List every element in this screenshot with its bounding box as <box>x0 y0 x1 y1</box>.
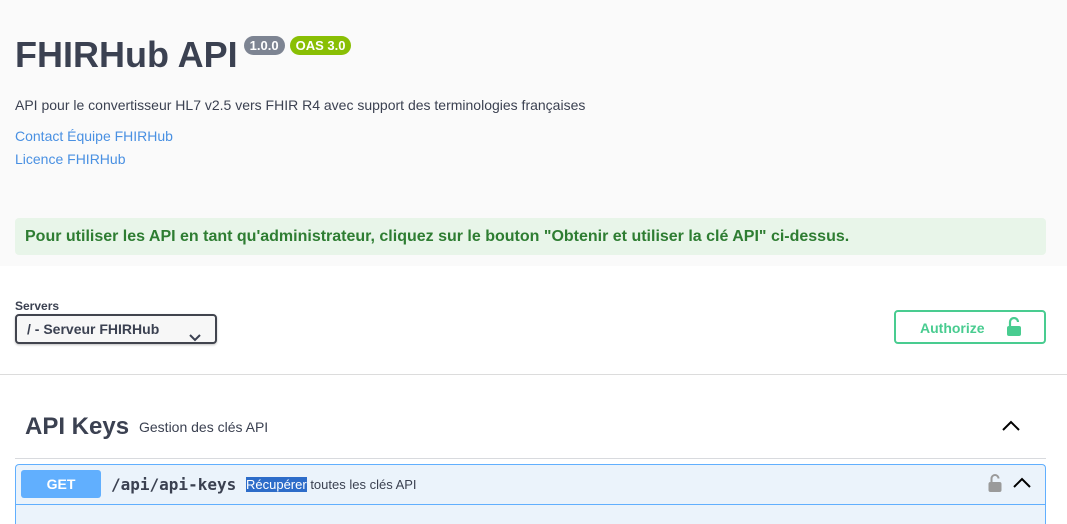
contact-link[interactable]: Contact Équipe FHIRHub <box>15 128 173 144</box>
oas-badge: OAS 3.0 <box>289 36 352 55</box>
method-badge: GET <box>21 470 101 498</box>
admin-notice: Pour utiliser les API en tant qu'adminis… <box>15 218 1046 255</box>
lock-icon[interactable] <box>988 473 1002 498</box>
authorize-button[interactable]: Authorize <box>894 310 1046 344</box>
info-section: FHIRHub API 1.0.0 OAS 3.0 API pour le co… <box>0 0 1067 266</box>
operation-summary[interactable]: GET /api/api-keys Récupérer toutes les c… <box>16 465 1045 505</box>
title-row: FHIRHub API 1.0.0 OAS 3.0 <box>15 34 352 76</box>
servers-select[interactable]: / - Serveur FHIRHub <box>15 314 217 344</box>
operation-block: GET /api/api-keys Récupérer toutes les c… <box>15 464 1046 524</box>
api-description: API pour le convertisseur HL7 v2.5 vers … <box>15 97 586 113</box>
selected-text: Récupérer <box>246 477 307 492</box>
tag-name: API Keys <box>25 413 130 440</box>
operation-path: /api/api-keys <box>111 475 237 494</box>
authorize-label: Authorize <box>920 320 985 336</box>
page-title: FHIRHub API <box>15 34 238 75</box>
servers-selected-value: / - Serveur FHIRHub <box>27 321 160 337</box>
operation-description: Récupérer toutes les clés API <box>246 477 417 492</box>
chevron-up-icon[interactable] <box>1002 418 1020 436</box>
unlock-icon <box>1006 316 1022 340</box>
scheme-container: Servers / - Serveur FHIRHub Authorize <box>0 266 1067 375</box>
tag-description: Gestion des clés API <box>139 419 269 435</box>
version-badge: 1.0.0 <box>243 36 285 55</box>
tag-section: API Keys Gestion des clés API GET /api/a… <box>0 376 1067 524</box>
servers-label: Servers <box>15 299 60 313</box>
tag-header[interactable]: API Keys Gestion des clés API <box>15 406 1046 459</box>
operation-description-rest: toutes les clés API <box>306 477 417 492</box>
chevron-down-icon <box>189 324 201 350</box>
chevron-up-icon[interactable] <box>1013 475 1031 493</box>
license-link[interactable]: Licence FHIRHub <box>15 151 126 167</box>
